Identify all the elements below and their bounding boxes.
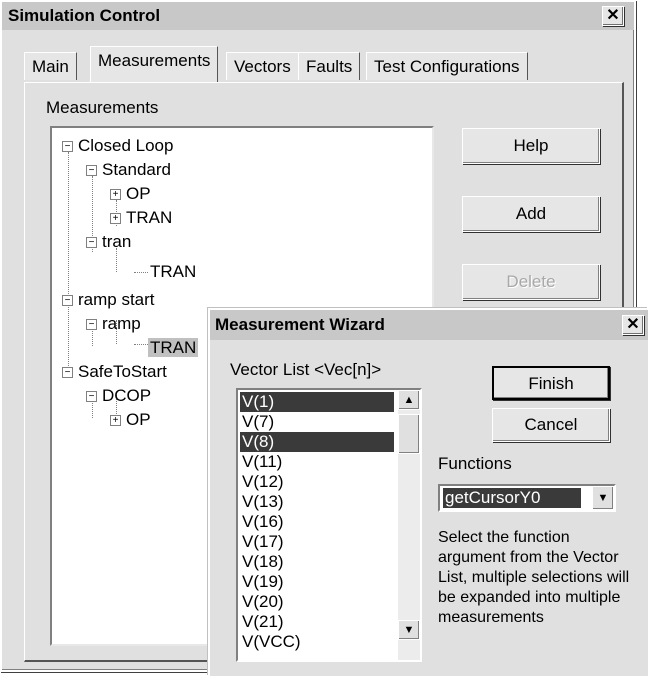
vector-item[interactable]: V(20) [240, 592, 394, 612]
tree-line [134, 344, 148, 345]
chevron-down-icon[interactable]: ▼ [592, 486, 614, 510]
tab-test-configurations[interactable]: Test Configurations [366, 52, 528, 80]
tree-node[interactable]: + TRAN [110, 208, 174, 228]
tab-vectors[interactable]: Vectors [226, 52, 299, 80]
tree-node[interactable]: − tran [86, 232, 133, 252]
functions-label: Functions [438, 454, 512, 473]
expand-icon[interactable]: + [110, 213, 121, 225]
vector-item[interactable]: V(19) [240, 572, 394, 592]
tab-faults[interactable]: Faults [298, 52, 361, 80]
cancel-button[interactable]: Cancel [492, 408, 610, 442]
tree-node[interactable]: + OP [110, 410, 153, 430]
vector-item[interactable]: V(11) [240, 452, 394, 472]
collapse-icon[interactable]: − [86, 391, 97, 403]
tree-node[interactable]: − ramp start [62, 290, 157, 310]
measurement-wizard-dialog: Measurement Wizard ✕ Vector List <Vec[n]… [208, 308, 648, 676]
finish-button[interactable]: Finish [492, 366, 610, 400]
wizard-close-button[interactable]: ✕ [622, 315, 644, 335]
window-title: Simulation Control [2, 2, 634, 30]
collapse-icon[interactable]: − [62, 141, 73, 153]
tree-node[interactable]: − Standard [86, 160, 173, 180]
tree-node[interactable]: − Closed Loop [62, 136, 175, 156]
vector-item-selected[interactable]: V(1) [240, 392, 394, 412]
wizard-title: Measurement Wizard [210, 310, 648, 340]
tab-measurements[interactable]: Measurements [90, 46, 219, 82]
vector-item-selected[interactable]: V(8) [240, 432, 394, 452]
vector-item[interactable]: V(7) [240, 412, 394, 432]
collapse-icon[interactable]: − [62, 295, 73, 307]
vector-item[interactable]: V(VCC) [240, 632, 394, 652]
tab-main[interactable]: Main [24, 52, 77, 80]
vector-list-scrollbar[interactable]: ▲ ▼ [398, 390, 420, 660]
collapse-icon[interactable]: − [86, 237, 97, 249]
wizard-help-text: Select the function argument from the Ve… [438, 529, 630, 626]
expand-icon[interactable]: + [110, 189, 121, 201]
tree-line [134, 272, 148, 273]
collapse-icon[interactable]: − [86, 319, 97, 331]
vector-list-label: Vector List <Vec[n]> [230, 360, 382, 379]
tree-node[interactable]: + OP [110, 184, 153, 204]
vector-item[interactable]: V(13) [240, 492, 394, 512]
expand-icon[interactable]: + [110, 415, 121, 427]
tree-node[interactable]: − ramp [86, 314, 143, 334]
measurements-section-label: Measurements [46, 98, 159, 117]
help-button[interactable]: Help [462, 128, 600, 164]
tree-node[interactable]: − SafeToStart [62, 362, 169, 382]
add-button[interactable]: Add [462, 196, 600, 232]
scroll-up-icon[interactable]: ▲ [398, 390, 420, 410]
delete-button[interactable]: Delete [462, 264, 600, 300]
scroll-down-icon[interactable]: ▼ [398, 620, 420, 640]
vector-item[interactable]: V(16) [240, 512, 394, 532]
scrollbar-thumb[interactable] [398, 414, 420, 454]
collapse-icon[interactable]: − [62, 367, 73, 379]
vector-item[interactable]: V(12) [240, 472, 394, 492]
tree-node-selected[interactable]: TRAN [148, 338, 199, 358]
vector-list[interactable]: V(1) V(7) V(8) V(11) V(12) V(13) V(16) V… [236, 388, 422, 662]
vector-item[interactable]: V(18) [240, 552, 394, 572]
tree-node[interactable]: TRAN [148, 262, 198, 282]
close-button[interactable]: ✕ [602, 6, 624, 26]
vector-item[interactable]: V(17) [240, 532, 394, 552]
functions-select[interactable]: getCursorY0 ▼ [438, 484, 616, 512]
tree-node[interactable]: − DCOP [86, 386, 153, 406]
functions-selected-value: getCursorY0 [443, 488, 581, 508]
collapse-icon[interactable]: − [86, 165, 97, 177]
vector-item[interactable]: V(21) [240, 612, 394, 632]
tree-line [68, 152, 69, 378]
